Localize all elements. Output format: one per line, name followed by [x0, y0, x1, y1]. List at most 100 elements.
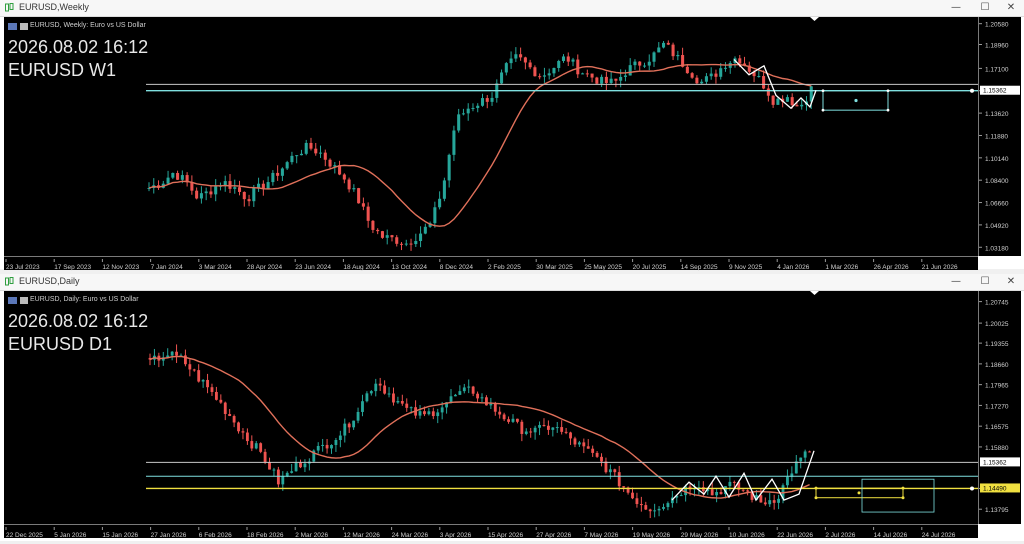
price-axis-daily[interactable]: 1.20745 1.20025 1.19355 1.18660 1.17965 1.172… [978, 291, 1021, 524]
candle-body [369, 391, 373, 394]
window-titlebar[interactable]: EURUSD,Weekly — ☐ ✕ [0, 0, 1024, 17]
time-tick-label: 18 Feb 2026 [247, 532, 284, 539]
chart-window-icon [5, 277, 14, 286]
box-marker [854, 98, 858, 103]
candle-body [457, 114, 461, 131]
time-axis-daily[interactable]: 22 Dec 2025 5 Jan 2026 15 Jan 2026 27 Jan 2… [4, 524, 978, 539]
candle-body [440, 407, 444, 413]
time-tick-label: 3 Mar 2024 [199, 264, 232, 271]
candle-body [799, 457, 803, 462]
candle-body [385, 235, 389, 238]
candle-body [175, 351, 178, 356]
maximize-button[interactable]: ☐ [972, 0, 998, 16]
candle-body [228, 181, 232, 189]
candle-body [600, 456, 603, 462]
candle-body [586, 446, 590, 449]
candle-body [361, 401, 364, 412]
price-chart-weekly[interactable] [4, 17, 978, 256]
candle-body [195, 190, 199, 199]
candle-body [280, 168, 284, 176]
chart-canvas-weekly[interactable] [4, 17, 978, 256]
window-titlebar[interactable]: EURUSD,Daily — ☐ ✕ [0, 274, 1024, 291]
candle-body [555, 427, 559, 429]
candle-body [414, 241, 418, 245]
candle-body [489, 403, 493, 406]
candle-body [498, 411, 502, 415]
time-tick-label: 23 Jun 2024 [295, 264, 331, 271]
candle-body [485, 98, 489, 102]
candle-body [334, 440, 338, 446]
candle-body [619, 76, 623, 81]
candle-body [449, 396, 453, 403]
candle-body [741, 489, 745, 491]
candle-body [431, 411, 435, 417]
candle-body [471, 386, 475, 394]
candle-body [647, 61, 651, 66]
candle-body [676, 55, 680, 57]
candle-body [480, 397, 484, 399]
overlay-symbol: EURUSD W1 [8, 60, 117, 80]
time-tick-label: 6 Feb 2026 [199, 532, 232, 539]
candle-body [316, 445, 320, 451]
price-tick-label: 1.20745 [985, 300, 1009, 307]
candle-body [204, 191, 208, 194]
time-tick-label: 18 Aug 2024 [343, 264, 380, 271]
minimize-button[interactable]: — [943, 274, 969, 290]
time-axis-weekly[interactable]: 23 Jul 2023 17 Sep 2023 12 Nov 2023 7 Jan 2… [4, 256, 978, 271]
box-handle [901, 496, 905, 500]
candle-body [365, 393, 369, 402]
candle-body [569, 432, 572, 439]
candle-body [466, 108, 470, 114]
time-tick-label: 22 Dec 2025 [6, 532, 43, 539]
candle-body [800, 104, 804, 107]
candle-body [276, 172, 280, 176]
box-handle [857, 491, 861, 495]
candle-body [666, 42, 670, 45]
time-tick-label: 7 May 2026 [584, 532, 618, 539]
candle-body [514, 54, 518, 59]
candle-body [343, 423, 347, 436]
candle-body [666, 503, 670, 508]
candle-body [577, 442, 581, 445]
candle-body [190, 182, 194, 191]
candle-body [662, 507, 665, 509]
candle-body [566, 56, 570, 62]
candle-body [520, 421, 524, 434]
candle-body [250, 441, 254, 449]
candle-body [232, 416, 236, 423]
candle-body [648, 509, 652, 512]
candle-body [490, 97, 494, 102]
current-price-label: 1.15362 [983, 88, 1007, 95]
time-tick-label: 15 Apr 2026 [488, 532, 523, 539]
price-tick-label: 1.17270 [985, 403, 1009, 410]
time-tick-label: 17 Sep 2023 [54, 264, 91, 271]
chart-canvas-daily[interactable] [4, 291, 978, 524]
maximize-button[interactable]: ☐ [972, 274, 998, 290]
candle-body [786, 476, 789, 486]
line-handle [970, 486, 974, 491]
price-chart-daily[interactable] [4, 291, 978, 524]
candle-body [560, 427, 564, 432]
level-price-label: 1.14490 [983, 485, 1007, 492]
candle-body [242, 191, 246, 200]
price-tick-label: 1.18660 [985, 362, 1009, 369]
candle-body [241, 431, 245, 433]
time-tick-label: 28 Apr 2024 [247, 264, 282, 271]
close-button[interactable]: ✕ [998, 0, 1024, 16]
time-tick-label: 25 May 2025 [584, 264, 622, 271]
box-handle [886, 108, 890, 112]
candle-body [228, 413, 232, 417]
candle-body [746, 490, 750, 492]
candle-body [387, 393, 391, 395]
candle-body [528, 62, 532, 68]
price-axis-weekly[interactable]: 1.205801.189601.171001.153651.136201.118… [978, 17, 1021, 256]
candle-body [252, 188, 256, 202]
candle-body [552, 67, 556, 74]
candle-body [524, 431, 528, 434]
box-handle [814, 496, 818, 500]
candle-body [777, 498, 781, 503]
minimize-button[interactable]: — [943, 0, 969, 16]
line-handle [970, 88, 974, 93]
candle-body [623, 75, 627, 77]
close-button[interactable]: ✕ [998, 274, 1024, 290]
